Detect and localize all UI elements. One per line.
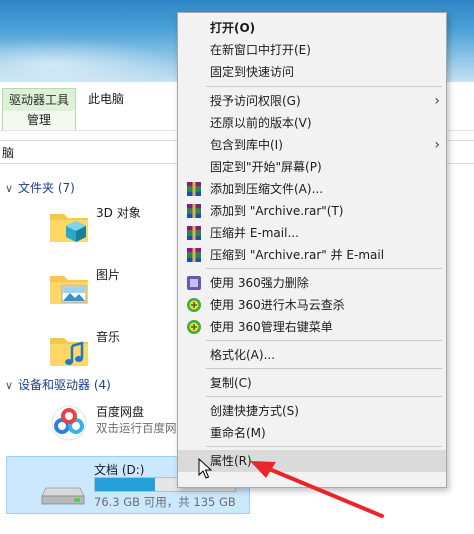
- hard-drive-icon: [41, 487, 85, 505]
- menu-item-add-archive-rar[interactable]: 添加到 "Archive.rar"(T): [178, 200, 446, 222]
- tab-drive-tools[interactable]: 驱动器工具: [2, 88, 76, 111]
- menu-item-format[interactable]: 格式化(A)...: [178, 344, 446, 366]
- menu-label-360-scan: 使用 360进行木马云查杀: [210, 298, 345, 312]
- menu-item-properties[interactable]: 属性(R): [178, 450, 446, 472]
- folder-label-music: 音乐: [96, 330, 121, 344]
- device-label-baidu: 百度网盘: [96, 405, 145, 419]
- menu-separator: [206, 396, 442, 397]
- winrar-icon: [187, 248, 201, 262]
- menu-label-360-menu: 使用 360管理右键菜单: [210, 320, 333, 334]
- menu-label-rename: 重命名(M): [210, 426, 266, 440]
- pictures-folder-icon: [50, 276, 88, 304]
- baidu-netdisk-icon: [51, 405, 87, 441]
- menu-separator: [206, 268, 442, 269]
- menu-label-include-library: 包含到库中(I): [210, 138, 283, 152]
- winrar-icon: [187, 204, 201, 218]
- menu-item-compress-rar-email[interactable]: 压缩到 "Archive.rar" 并 E-mail: [178, 244, 446, 266]
- winrar-icon: [187, 182, 201, 196]
- menu-label-open-new-window: 在新窗口中打开(E): [210, 43, 311, 57]
- tab-this-pc[interactable]: 此电脑: [88, 88, 124, 110]
- 3d-objects-folder-icon: [50, 214, 88, 242]
- devices-section-header[interactable]: ∨ 设备和驱动器 (4): [0, 375, 111, 395]
- menu-label-restore-versions: 还原以前的版本(V): [210, 116, 312, 130]
- menu-item-pin-start[interactable]: 固定到"开始"屏幕(P): [178, 156, 446, 178]
- devices-header-label: 设备和驱动器 (4): [18, 378, 111, 392]
- device-sublabel-documents: 76.3 GB 可用，共 135 GB: [94, 495, 236, 509]
- menu-item-360-scan[interactable]: 使用 360进行木马云查杀: [178, 294, 446, 316]
- menu-label-add-archive-rar: 添加到 "Archive.rar"(T): [210, 204, 344, 218]
- address-text: 脑: [2, 146, 15, 160]
- menu-label-compress-rar-email: 压缩到 "Archive.rar" 并 E-mail: [210, 248, 385, 262]
- menu-label-360-delete: 使用 360强力删除: [210, 276, 309, 290]
- menu-item-add-archive[interactable]: 添加到压缩文件(A)...: [178, 178, 446, 200]
- folders-section-header[interactable]: ∨ 文件夹 (7): [0, 178, 75, 198]
- chevron-right-icon: ›: [434, 137, 440, 153]
- 360-shred-icon: [187, 276, 201, 290]
- menu-label-properties: 属性(R): [210, 454, 252, 468]
- chevron-down-icon: ∨: [4, 182, 14, 195]
- menu-label-grant-access: 授予访问权限(G): [210, 94, 301, 108]
- menu-separator: [206, 368, 442, 369]
- folder-label-3d-objects: 3D 对象: [96, 206, 141, 220]
- menu-label-add-archive: 添加到压缩文件(A)...: [210, 182, 324, 196]
- chevron-down-icon: ∨: [4, 379, 14, 392]
- menu-label-open: 打开(O): [210, 21, 256, 35]
- folders-header-label: 文件夹 (7): [18, 181, 75, 195]
- menu-label-copy: 复制(C): [210, 376, 252, 390]
- menu-item-restore-versions[interactable]: 还原以前的版本(V): [178, 112, 446, 134]
- menu-label-format: 格式化(A)...: [210, 348, 276, 362]
- menu-item-pin-quick-access[interactable]: 固定到快速访问: [178, 61, 446, 83]
- menu-item-include-library[interactable]: 包含到库中(I) ›: [178, 134, 446, 156]
- menu-item-compress-email[interactable]: 压缩并 E-mail...: [178, 222, 446, 244]
- chevron-right-icon: ›: [434, 93, 440, 109]
- 360-security-icon: [187, 320, 201, 334]
- menu-label-compress-email: 压缩并 E-mail...: [210, 226, 299, 240]
- device-sublabel-baidu: 双击运行百度网: [96, 421, 177, 435]
- menu-separator: [206, 446, 442, 447]
- device-label-documents: 文档 (D:): [94, 463, 145, 477]
- menu-item-360-delete[interactable]: 使用 360强力删除: [178, 272, 446, 294]
- menu-item-rename[interactable]: 重命名(M): [178, 422, 446, 444]
- folder-label-pictures: 图片: [96, 268, 121, 282]
- 360-security-icon: [187, 298, 201, 312]
- menu-label-pin-quick-access: 固定到快速访问: [210, 65, 295, 79]
- winrar-icon: [187, 226, 201, 240]
- context-menu: 打开(O) 在新窗口中打开(E) 固定到快速访问 授予访问权限(G) › 还原以前…: [177, 12, 447, 488]
- menu-item-open-new-window[interactable]: 在新窗口中打开(E): [178, 39, 446, 61]
- menu-item-copy[interactable]: 复制(C): [178, 372, 446, 394]
- menu-item-grant-access[interactable]: 授予访问权限(G) ›: [178, 90, 446, 112]
- menu-item-create-shortcut[interactable]: 创建快捷方式(S): [178, 400, 446, 422]
- mouse-cursor-icon: [198, 458, 212, 479]
- menu-separator: [206, 340, 442, 341]
- music-folder-icon: [50, 338, 88, 366]
- menu-separator: [206, 86, 442, 87]
- menu-label-create-shortcut: 创建快捷方式(S): [210, 404, 299, 418]
- menu-label-pin-start: 固定到"开始"屏幕(P): [210, 160, 322, 174]
- drive-usage-fill: [95, 478, 156, 491]
- menu-item-360-menu[interactable]: 使用 360管理右键菜单: [178, 316, 446, 338]
- menu-item-open[interactable]: 打开(O): [178, 17, 446, 39]
- tab-manage[interactable]: 管理: [2, 111, 76, 130]
